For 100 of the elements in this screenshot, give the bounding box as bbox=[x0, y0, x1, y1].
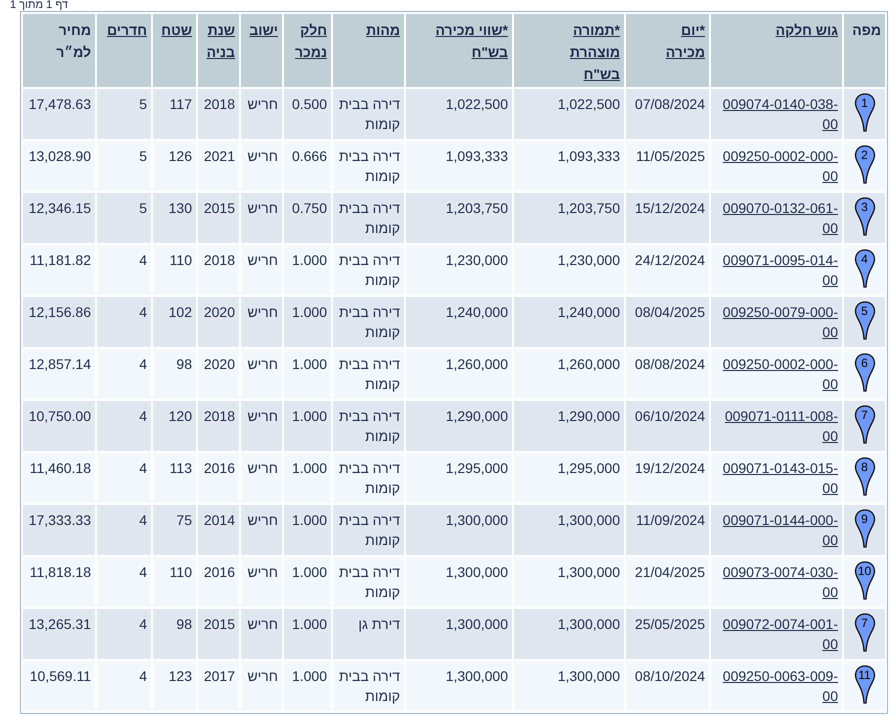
table-cell: 1.000 bbox=[292, 668, 327, 684]
table-cell: 1,300,000 bbox=[446, 668, 508, 684]
table-cell: 10,750.00 bbox=[28, 408, 91, 424]
table-cell: 19/12/2024 bbox=[634, 460, 705, 476]
table-cell: חריש bbox=[247, 148, 278, 164]
map-pin[interactable]: 7 bbox=[854, 405, 876, 445]
map-pin[interactable]: 6 bbox=[854, 353, 876, 393]
table-cell: 13,265.31 bbox=[28, 616, 91, 632]
table-cell: 06/10/2024 bbox=[634, 408, 705, 424]
table-cell: 1,300,000 bbox=[558, 564, 620, 580]
table-cell: 1,260,000 bbox=[446, 356, 508, 372]
map-pin[interactable]: 1 bbox=[854, 93, 876, 133]
table-cell: 2014 bbox=[204, 512, 235, 528]
table-cell: דירת גן bbox=[358, 616, 400, 632]
map-pin[interactable]: 9 bbox=[854, 509, 876, 549]
map-pin[interactable]: 3 bbox=[854, 197, 876, 237]
table-cell: 130 bbox=[168, 200, 192, 216]
page-counter: דף 1 מתוך 1 bbox=[10, 0, 68, 11]
table-cell: 1.000 bbox=[292, 408, 327, 424]
table-cell: חריש bbox=[247, 200, 278, 216]
table-cell: 1,230,000 bbox=[558, 252, 620, 268]
table-cell: דירה בבית קומות bbox=[339, 408, 400, 444]
table-cell: 126 bbox=[168, 148, 192, 164]
table-cell: 120 bbox=[168, 408, 192, 424]
table-cell: 4 bbox=[139, 668, 147, 684]
table-cell: 1,093,333 bbox=[446, 148, 508, 164]
table-cell: 0.750 bbox=[292, 200, 327, 216]
table-cell: 2016 bbox=[204, 460, 235, 476]
table-cell: 113 bbox=[170, 460, 192, 476]
table-cell: דירה בבית קומות bbox=[339, 304, 400, 340]
table-cell: 4 bbox=[139, 616, 147, 632]
table-cell: 1,093,333 bbox=[558, 148, 620, 164]
table-cell: 1,300,000 bbox=[446, 512, 508, 528]
table-cell: 2021 bbox=[204, 148, 235, 164]
column-header: מחיר למ״ר bbox=[55, 21, 91, 62]
map-pin[interactable]: 8 bbox=[854, 457, 876, 497]
table-cell: 1,022,500 bbox=[558, 96, 620, 112]
table-cell: 1,203,750 bbox=[558, 200, 620, 216]
table-cell: 117 bbox=[170, 96, 192, 112]
table-cell: חריש bbox=[247, 668, 278, 684]
table-cell: 123 bbox=[168, 668, 192, 684]
map-pin[interactable]: 10 bbox=[854, 561, 876, 601]
table-cell: 2017 bbox=[204, 668, 235, 684]
column-header: מפה bbox=[851, 21, 881, 40]
table-cell: דירה בבית קומות bbox=[339, 512, 400, 548]
table-cell: 17,478.63 bbox=[28, 96, 91, 112]
table-cell: 1,290,000 bbox=[558, 408, 620, 424]
table-cell: 5 bbox=[139, 96, 147, 112]
table-cell: 1,300,000 bbox=[558, 512, 620, 528]
map-pin[interactable]: 11 bbox=[854, 665, 876, 705]
table-cell: 15/12/2024 bbox=[634, 200, 705, 216]
map-pin[interactable]: 2 bbox=[854, 145, 876, 185]
table-cell: 5 bbox=[139, 148, 147, 164]
table-cell: 5 bbox=[139, 200, 147, 216]
table-cell: 2016 bbox=[204, 564, 235, 580]
table-cell: 1,260,000 bbox=[558, 356, 620, 372]
table-cell: 98 bbox=[176, 616, 192, 632]
table-cell: דירה בבית קומות bbox=[339, 96, 400, 132]
table-cell: 1.000 bbox=[292, 304, 327, 320]
table-cell: 4 bbox=[139, 304, 147, 320]
table-cell: דירה בבית קומות bbox=[339, 564, 400, 600]
table-cell: 08/08/2024 bbox=[634, 356, 705, 372]
table-cell: 75 bbox=[176, 512, 192, 528]
table-cell: חריש bbox=[247, 460, 278, 476]
table-cell: 4 bbox=[139, 564, 147, 580]
table-cell: 24/12/2024 bbox=[634, 252, 705, 268]
table-cell: דירה בבית קומות bbox=[339, 200, 400, 236]
table-cell: 2018 bbox=[204, 252, 235, 268]
table-cell: 11/05/2025 bbox=[636, 148, 705, 164]
table-cell: 1,240,000 bbox=[446, 304, 508, 320]
map-pin[interactable]: 5 bbox=[854, 301, 876, 341]
table-cell: 2018 bbox=[204, 96, 235, 112]
table-cell: 102 bbox=[168, 304, 192, 320]
table-cell: חריש bbox=[247, 252, 278, 268]
table-cell: 4 bbox=[139, 252, 147, 268]
table-cell: 1.000 bbox=[292, 512, 327, 528]
map-pin[interactable]: 4 bbox=[854, 249, 876, 289]
table-cell: 1,300,000 bbox=[558, 616, 620, 632]
table-cell: חריש bbox=[247, 356, 278, 372]
table-cell: 1,300,000 bbox=[446, 564, 508, 580]
table-cell: 1,290,000 bbox=[446, 408, 508, 424]
table-cell: 4 bbox=[139, 408, 147, 424]
map-pin[interactable]: 7 bbox=[854, 613, 876, 653]
table-cell: 12,346.15 bbox=[28, 200, 91, 216]
table-cell: דירה בבית קומות bbox=[339, 252, 400, 288]
table-cell: דירה בבית קומות bbox=[339, 668, 400, 704]
table-cell: 4 bbox=[139, 512, 147, 528]
table-cell: דירה בבית קומות bbox=[339, 356, 400, 392]
table-cell: 1,240,000 bbox=[558, 304, 620, 320]
table-cell: חריש bbox=[247, 512, 278, 528]
table-cell: 1,295,000 bbox=[558, 460, 620, 476]
table-cell: 1,295,000 bbox=[446, 460, 508, 476]
table-cell: 21/04/2025 bbox=[634, 564, 705, 580]
table-cell: דירה בבית קומות bbox=[339, 460, 400, 496]
table-cell: 0.666 bbox=[292, 148, 327, 164]
table-cell: 1,022,500 bbox=[446, 96, 508, 112]
table-cell: 2015 bbox=[204, 616, 235, 632]
table-cell: 13,028.90 bbox=[28, 148, 91, 164]
table-cell: חריש bbox=[247, 564, 278, 580]
table-cell: 11,818.18 bbox=[30, 564, 91, 580]
